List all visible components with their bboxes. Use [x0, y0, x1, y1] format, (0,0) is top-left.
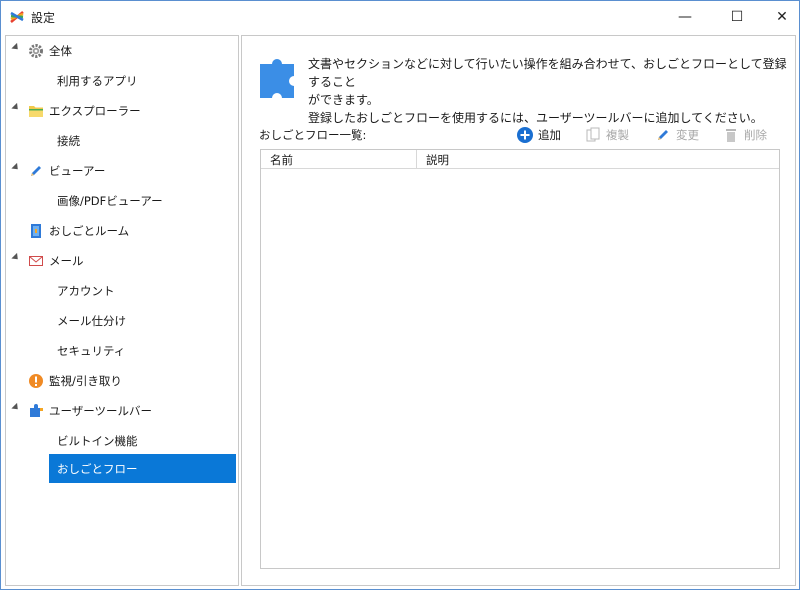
tree-item-label: おしごとフロー	[57, 462, 138, 476]
description-line: ができます。	[308, 93, 379, 107]
toolbar-icon	[30, 404, 43, 417]
tree-item-label: 利用するアプリ	[57, 74, 138, 88]
description-text: 文書やセクションなどに対して行いたい操作を組み合わせて、おしごとフローとして登録…	[308, 55, 788, 127]
tree-item-general[interactable]: 全体	[6, 36, 238, 65]
tree-item-viewer[interactable]: ビューアー	[6, 156, 238, 185]
delete-label: 削除	[744, 128, 767, 142]
minimize-button[interactable]: —	[662, 1, 708, 32]
room-icon	[31, 224, 41, 238]
tree-item-monitoring[interactable]: 監視/引き取り	[6, 366, 238, 395]
expand-arrow-icon[interactable]	[11, 102, 21, 113]
tree-item-label: おしごとルーム	[49, 224, 130, 238]
tree-item-connection[interactable]: 接続	[6, 126, 238, 155]
tree-item-label: エクスプローラー	[49, 104, 141, 118]
column-separator[interactable]	[416, 150, 417, 168]
tree-item-account[interactable]: アカウント	[6, 276, 238, 305]
table-header: 名前 説明	[261, 150, 779, 169]
tree-item-label: 監視/引き取り	[49, 374, 122, 388]
settings-tree: 全体 利用するアプリ エクスプローラー 接続 ビューアー 画像/PDFビューアー…	[5, 35, 239, 586]
tree-item-apps[interactable]: 利用するアプリ	[6, 66, 238, 95]
plus-circle-icon	[517, 127, 533, 143]
tree-item-image-pdf-viewer[interactable]: 画像/PDFビューアー	[6, 186, 238, 215]
column-header-name[interactable]: 名前	[270, 152, 293, 168]
work-flow-panel: 文書やセクションなどに対して行いたい操作を組み合わせて、おしごとフローとして登録…	[241, 35, 796, 586]
settings-window: 設定 — ☐ ✕ 全体 利用するアプリ エクスプローラー 接続 ビューアー 画像…	[0, 0, 800, 590]
expand-arrow-icon[interactable]	[11, 42, 21, 53]
tree-item-label: ユーザーツールバー	[49, 404, 153, 418]
tree-item-mail-sorting[interactable]: メール仕分け	[6, 306, 238, 335]
title-bar: 設定 — ☐ ✕	[1, 1, 799, 32]
tree-item-mail[interactable]: メール	[6, 246, 238, 275]
trash-icon	[726, 129, 736, 142]
tree-item-work-room[interactable]: おしごとルーム	[6, 216, 238, 245]
close-icon: ✕	[776, 8, 788, 25]
mail-icon	[29, 256, 43, 266]
tree-item-label: ビューアー	[49, 164, 106, 178]
minimize-icon: —	[678, 8, 692, 25]
work-flow-table[interactable]: 名前 説明	[260, 149, 780, 569]
folder-icon	[29, 106, 43, 117]
tree-item-label: ビルトイン機能	[57, 434, 138, 448]
description-line: 文書やセクションなどに対して行いたい操作を組み合わせて、おしごとフローとして登録…	[308, 57, 787, 89]
tree-item-explorer[interactable]: エクスプローラー	[6, 96, 238, 125]
copy-button[interactable]: 複製	[585, 125, 629, 145]
maximize-button[interactable]: ☐	[714, 1, 760, 32]
edit-button[interactable]: 変更	[655, 125, 699, 145]
maximize-icon: ☐	[730, 8, 744, 25]
tree-item-security[interactable]: セキュリティ	[6, 336, 238, 365]
tree-item-label: メール仕分け	[57, 314, 126, 328]
list-label: おしごとフロー一覧:	[259, 128, 367, 142]
tree-item-label: アカウント	[57, 284, 115, 298]
edit-label: 変更	[676, 128, 699, 142]
add-button[interactable]: 追加	[517, 125, 561, 145]
gear-icon	[29, 44, 43, 58]
tree-item-work-flow[interactable]: おしごとフロー	[49, 454, 236, 483]
pen-icon	[31, 166, 41, 176]
copy-label: 複製	[606, 128, 629, 142]
column-header-description[interactable]: 説明	[426, 152, 449, 168]
tree-item-label: 全体	[49, 44, 72, 58]
puzzle-icon	[260, 59, 294, 98]
tree-item-user-toolbar[interactable]: ユーザーツールバー	[6, 396, 238, 425]
tree-item-label: セキュリティ	[57, 344, 126, 358]
tree-item-label: メール	[49, 254, 84, 268]
tree-item-label: 画像/PDFビューアー	[57, 194, 163, 208]
copy-icon	[586, 127, 600, 142]
tree-item-builtin-features[interactable]: ビルトイン機能	[6, 426, 238, 455]
add-label: 追加	[538, 128, 561, 142]
close-button[interactable]: ✕	[759, 1, 800, 32]
expand-arrow-icon[interactable]	[11, 252, 21, 263]
pencil-icon	[658, 130, 668, 140]
delete-button[interactable]: 削除	[723, 125, 767, 145]
expand-arrow-icon[interactable]	[11, 162, 21, 173]
window-title: 設定	[31, 11, 56, 25]
expand-arrow-icon[interactable]	[11, 402, 21, 413]
app-logo-icon	[10, 11, 24, 23]
tree-item-label: 接続	[57, 134, 80, 148]
alert-icon	[29, 374, 43, 388]
